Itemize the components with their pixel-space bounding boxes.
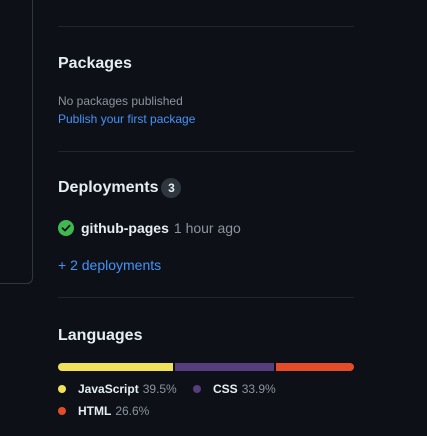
no-packages-text: No packages published <box>58 94 183 108</box>
deployments-heading[interactable]: Deployments 3 <box>58 178 182 198</box>
packages-heading[interactable]: Packages <box>58 54 132 74</box>
language-item-javascript[interactable]: JavaScript 39.5% <box>58 381 177 397</box>
section-divider <box>58 297 354 298</box>
deployment-time: 1 hour ago <box>173 220 241 236</box>
language-item-html[interactable]: HTML 26.6% <box>58 403 149 419</box>
language-bar-segment-css <box>175 363 275 371</box>
publish-package-link[interactable]: Publish your first package <box>58 111 195 127</box>
language-percent: 33.9% <box>241 382 276 396</box>
languages-heading: Languages <box>58 327 143 344</box>
check-circle-icon <box>58 220 74 236</box>
latest-deployment-row: github-pages 1 hour ago <box>58 219 241 237</box>
language-color-dot <box>58 385 66 393</box>
language-color-dot <box>58 407 66 415</box>
section-divider <box>58 26 354 27</box>
language-bar-segment-javascript <box>58 363 174 371</box>
repo-sidebar-page: Packages No packages published Publish y… <box>0 0 427 436</box>
language-bar-segment-html <box>276 363 354 371</box>
language-percent: 26.6% <box>115 404 150 418</box>
deployments-count-badge: 3 <box>161 178 182 198</box>
languages-progress-bar <box>58 363 354 371</box>
more-deployments-link[interactable]: + 2 deployments <box>58 256 161 274</box>
language-name: JavaScript <box>78 382 139 396</box>
section-divider <box>58 151 354 152</box>
language-color-dot <box>193 385 201 393</box>
language-percent: 39.5% <box>142 382 177 396</box>
deployments-heading-label[interactable]: Deployments <box>58 179 158 196</box>
language-name: HTML <box>78 404 112 418</box>
language-item-css[interactable]: CSS 33.9% <box>193 381 276 397</box>
main-content-panel-edge <box>0 0 33 284</box>
deployment-environment-link[interactable]: github-pages <box>81 220 169 236</box>
language-name: CSS <box>213 382 238 396</box>
